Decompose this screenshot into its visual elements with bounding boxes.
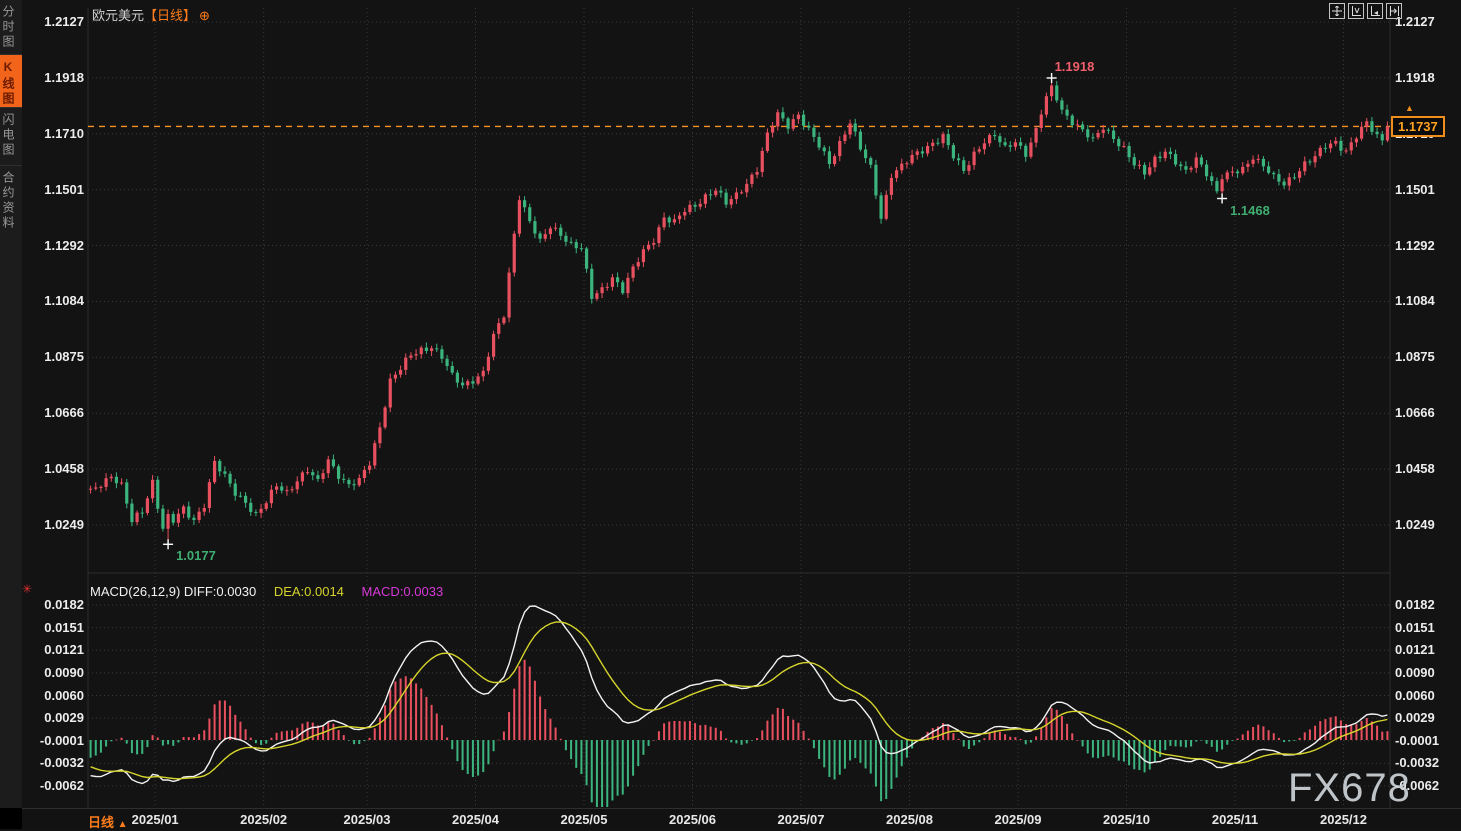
macd-settings-icon[interactable]: ✳ <box>22 582 32 596</box>
pan-to-latest-tool-icon[interactable] <box>1386 3 1402 19</box>
chart-toolbar <box>1329 3 1402 19</box>
symbol-name: 欧元美元 <box>92 8 144 23</box>
watermark: FX678 <box>1288 766 1411 811</box>
move-tool-icon[interactable] <box>1329 3 1345 19</box>
time-axis-strip <box>0 808 1461 830</box>
sidebar: 分时图 K线图 闪电图 合约资料 <box>0 0 22 829</box>
latest-price-marker-icon[interactable]: ▲ <box>1405 104 1414 113</box>
sidebar-tab-contract-info[interactable]: 合约资料 <box>0 165 22 243</box>
macd-name-diff-value: MACD(26,12,9) DIFF:0.0030 <box>90 584 256 599</box>
sidebar-tab-kline[interactable]: K线图 <box>0 54 22 107</box>
x-axis-scale-tool-icon[interactable] <box>1367 3 1383 19</box>
chart-title: 欧元美元【日线】⊕ <box>92 5 210 24</box>
chart-settings-icon[interactable]: ⊕ <box>199 8 210 23</box>
chart-canvas[interactable] <box>0 0 1461 829</box>
sidebar-tab-timeshare[interactable]: 分时图 <box>0 0 22 54</box>
period-tag: 【日线】 <box>144 8 196 23</box>
macd-header: MACD(26,12,9) DIFF:0.0030 DEA:0.0014 MAC… <box>90 584 443 599</box>
y-axis-scale-tool-icon[interactable] <box>1348 3 1364 19</box>
macd-dea-value: DEA:0.0014 <box>274 584 344 599</box>
macd-hist-value: MACD:0.0033 <box>362 584 444 599</box>
dropdown-arrow-icon: ▲ <box>118 819 128 830</box>
sidebar-tab-lightning[interactable]: 闪电图 <box>0 107 22 165</box>
current-price-label: 1.1737 <box>1391 116 1445 137</box>
axis-corner <box>0 808 22 829</box>
period-selector[interactable]: 日线 ▲ <box>88 812 128 831</box>
